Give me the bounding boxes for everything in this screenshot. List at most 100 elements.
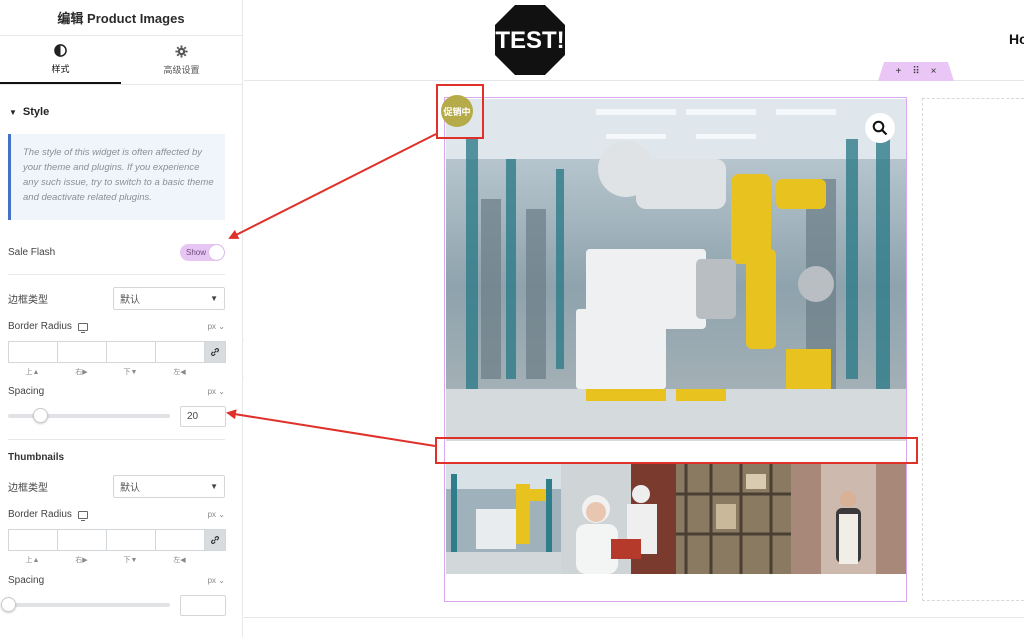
- thumbnail-item[interactable]: [676, 464, 791, 574]
- zoom-button[interactable]: [865, 113, 895, 143]
- annotation-box-spacing: [435, 437, 918, 464]
- dim-label-top: 上▲: [25, 557, 40, 564]
- thumbnail-item[interactable]: [446, 464, 561, 574]
- radius-left-input[interactable]: [155, 341, 204, 363]
- empty-column-placeholder[interactable]: [922, 98, 1024, 601]
- annotation-box-sale-flash: [436, 84, 484, 139]
- thumbs-radius-bottom-input[interactable]: [106, 529, 155, 551]
- site-logo[interactable]: TEST!: [493, 3, 567, 77]
- border-radius-label: Border Radius: [8, 321, 72, 332]
- search-icon: [872, 120, 888, 136]
- spacing-unit[interactable]: px ⌄: [208, 387, 225, 396]
- thumbs-link-values-button[interactable]: [204, 529, 226, 551]
- border-radius-unit[interactable]: px ⌄: [208, 322, 225, 331]
- panel-tabs: 样式 高级设置: [0, 36, 242, 85]
- thumbs-border-type-row: 边框类型 默认 ▼: [8, 475, 225, 498]
- border-type-select[interactable]: 默认 ▼: [113, 287, 225, 310]
- divider: [8, 439, 225, 440]
- link-icon: [211, 348, 219, 356]
- thumbs-border-radius-unit-text: px: [207, 510, 217, 519]
- section-handle: + ⠿ ×: [878, 62, 954, 81]
- dim-label-left: 左◀: [173, 557, 186, 564]
- thumbs-border-radius-unit[interactable]: px ⌄: [208, 510, 225, 519]
- thumbs-radius-dim-labels: 上▲ 右▶ 下▼ 左◀: [8, 555, 204, 565]
- border-radius-label-group: Border Radius: [8, 321, 88, 333]
- theme-notice: The style of this widget is often affect…: [8, 134, 225, 220]
- border-type-label: 边框类型: [8, 295, 48, 306]
- desktop-icon[interactable]: [77, 322, 88, 333]
- factory-robot-image: [446, 99, 906, 441]
- divider: [8, 274, 225, 275]
- thumbnail-robot-image: [446, 464, 561, 574]
- thumbs-radius-right-input[interactable]: [57, 529, 106, 551]
- site-header: TEST! Ho + ⠿ ×: [244, 0, 1024, 81]
- thumbs-radius-top-input[interactable]: [8, 529, 57, 551]
- half-circle-icon: [54, 43, 67, 57]
- thumbs-spacing-unit-text: px: [207, 576, 217, 585]
- thumbs-border-type-select[interactable]: 默认 ▼: [113, 475, 225, 498]
- thumbs-border-radius-row: Border Radius px ⌄: [8, 509, 225, 521]
- dim-label-left: 左◀: [173, 369, 186, 376]
- tab-advanced-label: 高级设置: [163, 64, 200, 75]
- border-type-row: 边框类型 默认 ▼: [8, 287, 225, 310]
- sale-flash-label: Sale Flash: [8, 247, 56, 258]
- product-main-image[interactable]: [446, 99, 906, 441]
- panel-title: 编辑 Product Images: [0, 0, 242, 36]
- product-images-widget[interactable]: [444, 97, 907, 602]
- spacing-label: Spacing: [8, 386, 45, 397]
- spacing-input[interactable]: 20: [180, 406, 226, 427]
- gear-icon: [175, 44, 188, 58]
- thumbs-spacing-slider-thumb[interactable]: [1, 597, 16, 612]
- border-radius-row: Border Radius px ⌄: [8, 321, 225, 333]
- thumbs-border-radius-label: Border Radius: [8, 509, 72, 520]
- drag-handle-icon[interactable]: ⠿: [912, 66, 919, 77]
- thumbs-spacing-input[interactable]: [180, 595, 226, 616]
- border-type-value: 默认: [120, 295, 140, 306]
- spacing-slider-thumb[interactable]: [33, 408, 48, 423]
- logo-text: TEST!: [495, 27, 564, 54]
- spacing-row: Spacing px ⌄: [8, 386, 225, 397]
- spacing-unit-text: px: [207, 387, 217, 396]
- footer-divider: [244, 617, 1024, 618]
- thumbs-radius-left-input[interactable]: [155, 529, 204, 551]
- sale-flash-row: Sale Flash Show: [8, 244, 225, 261]
- thumbs-border-radius-inputs: [8, 529, 226, 551]
- dim-label-right: 右▶: [75, 369, 88, 376]
- section-style-title: Style: [22, 106, 50, 118]
- desktop-icon[interactable]: [77, 510, 88, 521]
- spacing-slider[interactable]: [8, 408, 170, 423]
- nav-item-home[interactable]: Ho: [1009, 31, 1024, 47]
- section-style-toggle[interactable]: ▼ Style: [0, 92, 242, 132]
- thumbnail-item[interactable]: [791, 464, 906, 574]
- thumbnail-item[interactable]: [561, 464, 676, 574]
- sale-flash-toggle[interactable]: Show: [180, 244, 225, 261]
- tab-style-label: 样式: [51, 63, 70, 74]
- chevron-down-icon: ▼: [210, 482, 218, 491]
- radius-top-input[interactable]: [8, 341, 57, 363]
- thumbnail-machinery-image: [676, 464, 791, 574]
- link-values-button[interactable]: [204, 341, 226, 363]
- product-thumbnails: [446, 464, 906, 574]
- radius-dim-labels: 上▲ 右▶ 下▼ 左◀: [8, 367, 204, 377]
- link-icon: [211, 536, 219, 544]
- add-section-button[interactable]: +: [895, 66, 901, 77]
- thumbs-spacing-unit[interactable]: px ⌄: [208, 576, 225, 585]
- close-section-button[interactable]: ×: [931, 66, 937, 77]
- editor-root: 编辑 Product Images 样式 高级设置 ▼ Style The st…: [0, 0, 1024, 637]
- thumbs-spacing-row: Spacing px ⌄: [8, 575, 225, 586]
- tab-advanced[interactable]: 高级设置: [121, 36, 242, 84]
- thumbnail-worker-image: [791, 464, 906, 574]
- thumbs-border-type-label: 边框类型: [8, 483, 48, 494]
- border-radius-inputs: [8, 341, 226, 363]
- sale-flash-toggle-text: Show: [186, 248, 207, 257]
- thumbnails-heading: Thumbnails: [8, 452, 65, 463]
- thumbs-spacing-label: Spacing: [8, 575, 45, 586]
- dim-label-bottom: 下▼: [123, 369, 138, 376]
- radius-right-input[interactable]: [57, 341, 106, 363]
- toggle-knob: [209, 245, 224, 260]
- radius-bottom-input[interactable]: [106, 341, 155, 363]
- caret-down-icon: ▼: [9, 107, 17, 117]
- thumbs-spacing-slider[interactable]: [1, 597, 170, 612]
- tab-style[interactable]: 样式: [0, 36, 121, 84]
- dim-label-top: 上▲: [25, 369, 40, 376]
